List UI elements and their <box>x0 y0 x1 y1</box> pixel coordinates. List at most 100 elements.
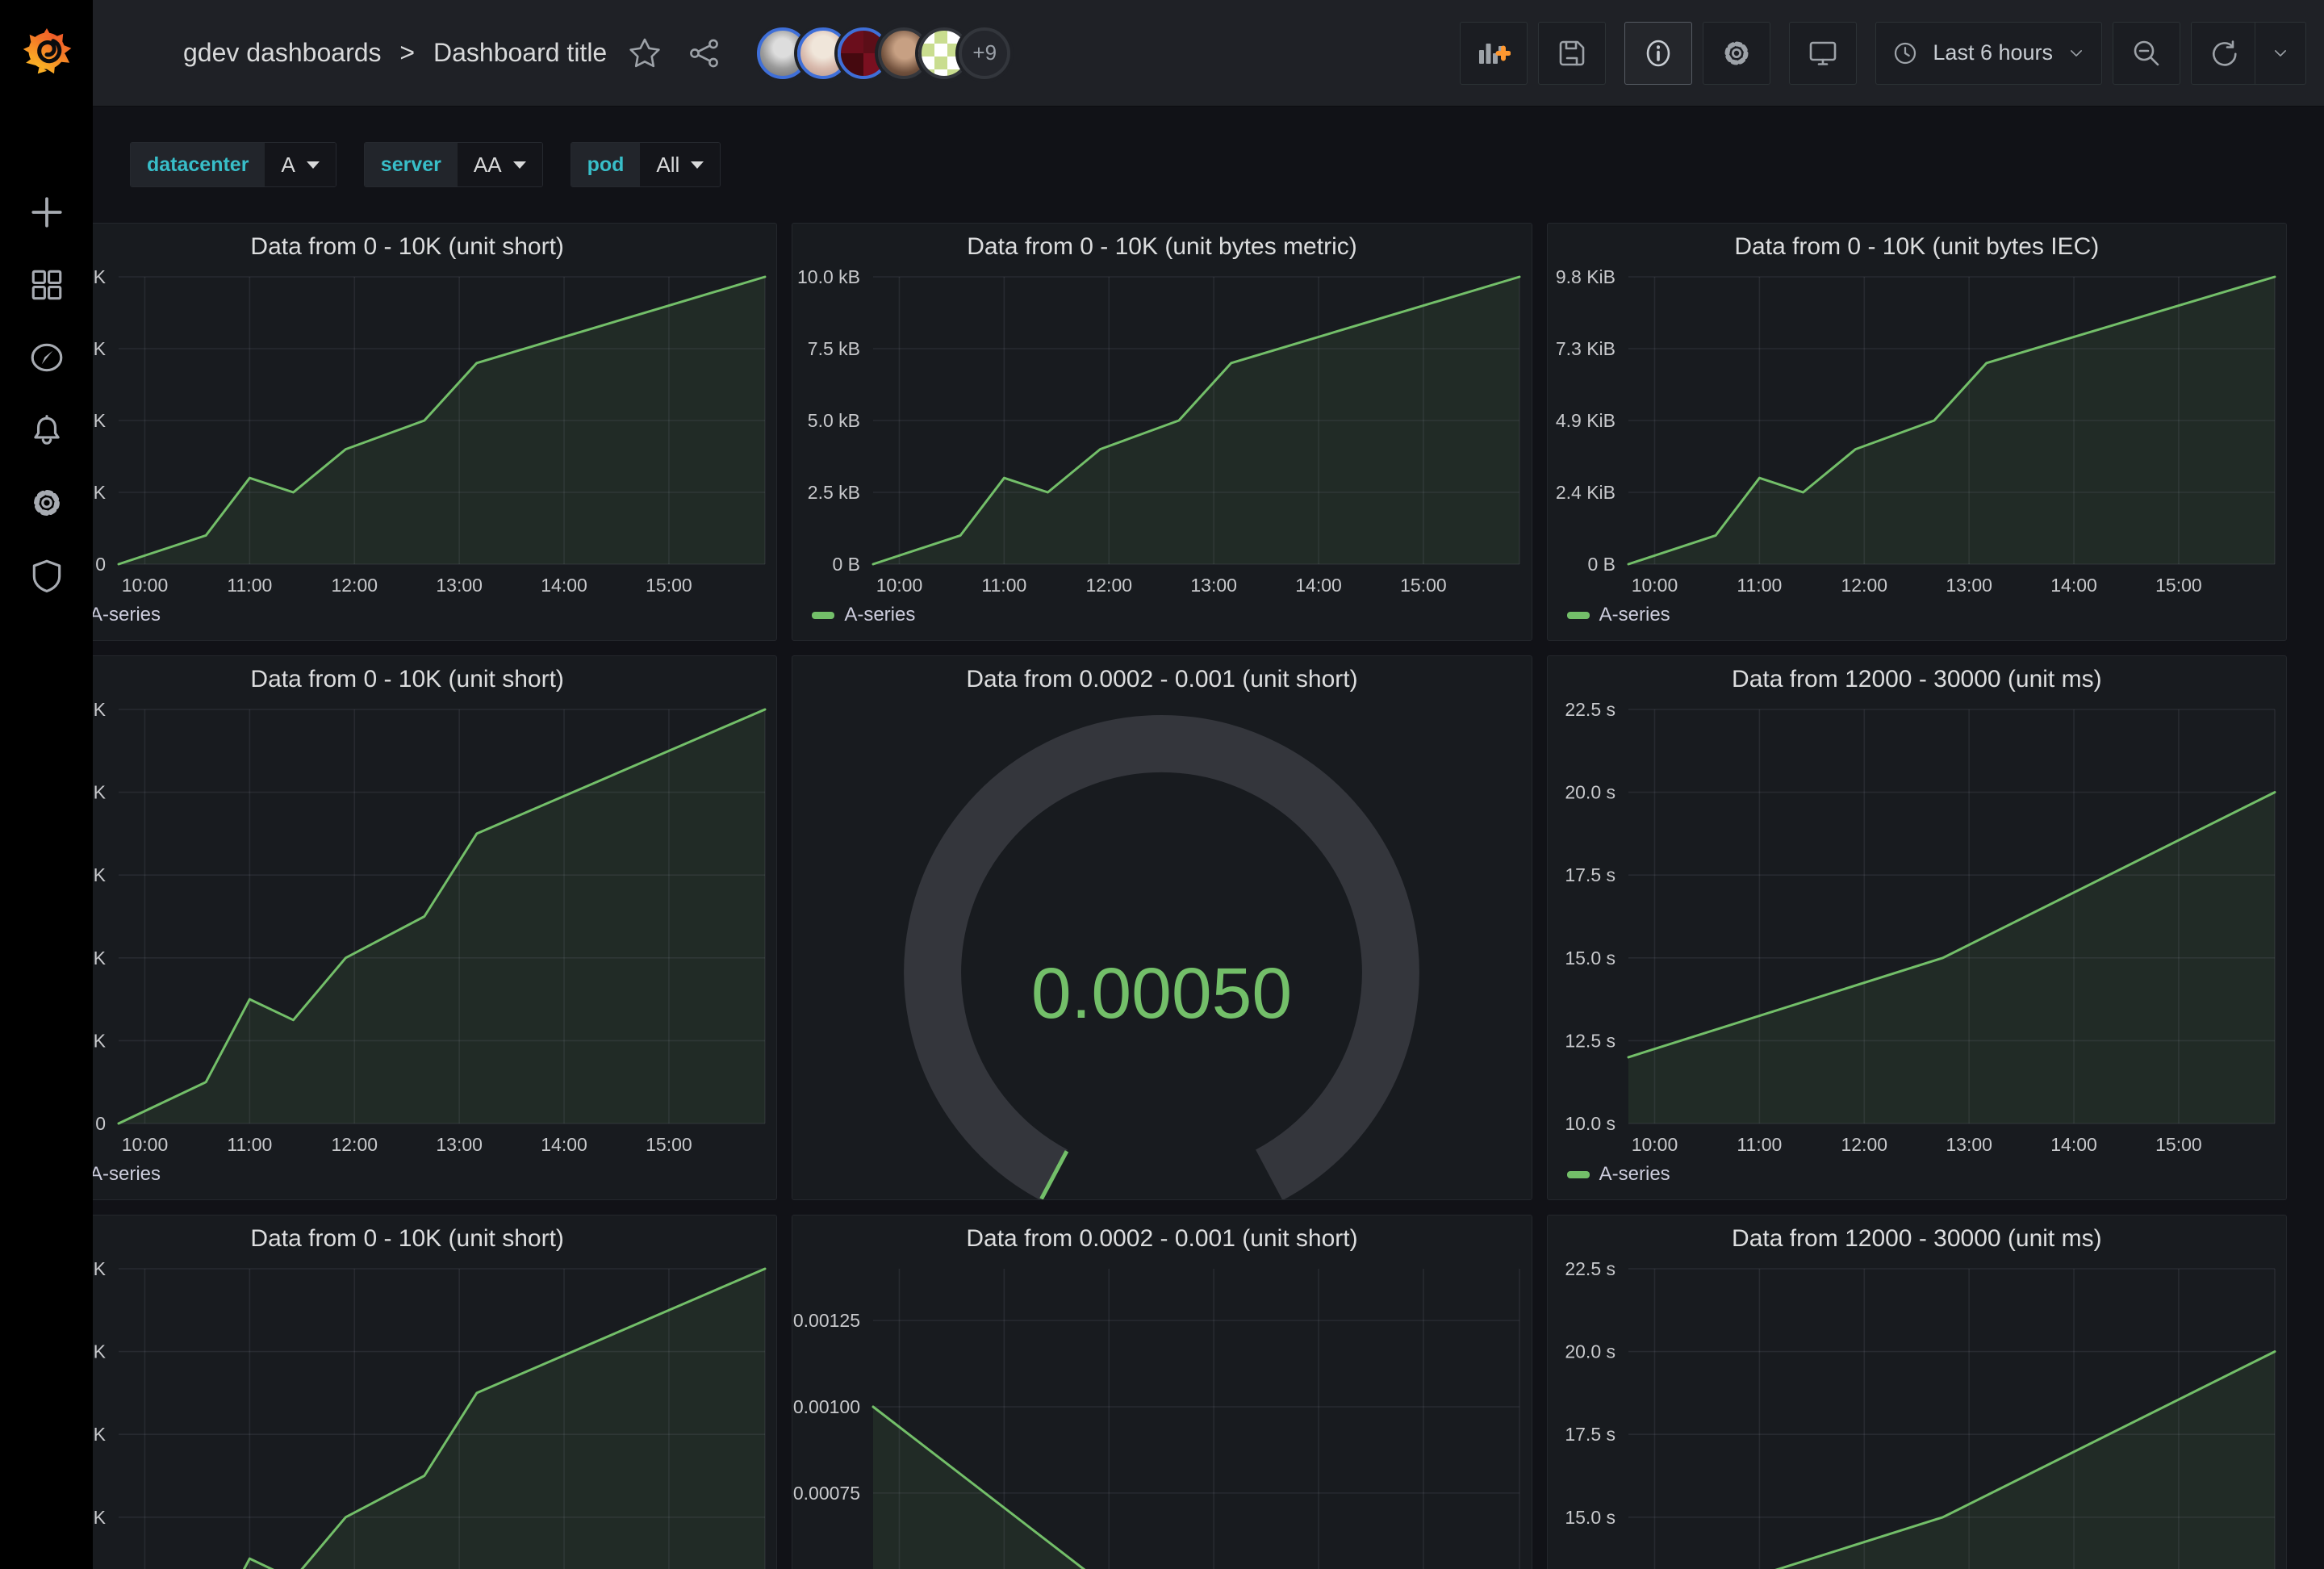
gauge-body[interactable]: 0.00050 <box>792 701 1531 1199</box>
x-axis-tick-label: 12:00 <box>331 575 378 596</box>
panel-title[interactable]: Data from 12000 - 30000 (unit ms) <box>1548 656 2286 701</box>
legend-series-label: A-series <box>90 1163 161 1186</box>
timeseries-body[interactable]: 0 B2.5 kB5.0 kB7.5 kB10.0 kB10:0011:0012… <box>792 269 1531 600</box>
x-axis-tick-label: 13:00 <box>1946 575 1992 596</box>
y-axis-tick-label: 10.0 s <box>1565 1113 1616 1134</box>
tv-monitor-icon <box>1806 36 1840 70</box>
timeseries-body[interactable]: 0.000250.000500.000750.001000.0012510:00… <box>792 1261 1531 1569</box>
timeseries-chart[interactable]: 0 B2.4 KiB4.9 KiB7.3 KiB9.8 KiB10:0011:0… <box>1548 269 2286 600</box>
panel-title[interactable]: Data from 12000 - 30000 (unit ms) <box>1548 1215 2286 1261</box>
breadcrumb: gdev dashboards > Dashboard title <box>183 38 607 68</box>
y-axis-tick-label: 0.00125 <box>793 1310 860 1331</box>
legend-item[interactable]: A-series <box>38 600 776 640</box>
panel: Data from 0 - 10K (unit short)02 K4 K6 K… <box>37 655 777 1200</box>
bell-alerts-icon[interactable] <box>28 412 65 449</box>
variable-value-dropdown[interactable]: AA <box>458 143 542 186</box>
legend-item[interactable]: A-series <box>38 1159 776 1199</box>
y-axis-tick-label: 17.5 s <box>1565 864 1616 885</box>
x-axis-tick-label: 10:00 <box>1631 575 1678 596</box>
dashboards-grid-icon[interactable] <box>28 266 65 303</box>
zoom-out-button[interactable] <box>2113 22 2180 85</box>
y-axis-tick-label: 22.5 s <box>1565 701 1616 720</box>
panel-title[interactable]: Data from 0 - 10K (unit bytes metric) <box>792 224 1531 269</box>
refresh-button-group <box>2191 22 2306 85</box>
breadcrumb-separator: > <box>399 38 415 67</box>
panel-title[interactable]: Data from 0 - 10K (unit short) <box>38 224 776 269</box>
avatar-overflow-badge[interactable]: +9 <box>959 27 1010 79</box>
plus-icon[interactable] <box>28 194 65 231</box>
y-axis-tick-label: 4.9 KiB <box>1556 410 1616 431</box>
timeseries-body[interactable]: 02 K4 K6 K8 K10 K10:0011:0012:0013:0014:… <box>38 701 776 1159</box>
x-axis-tick-label: 10:00 <box>122 1134 169 1155</box>
shield-admin-icon[interactable] <box>28 557 65 594</box>
variable-value: All <box>656 153 679 178</box>
x-axis-tick-label: 13:00 <box>436 1134 483 1155</box>
legend-series-marker <box>1567 1171 1590 1178</box>
breadcrumb-parent[interactable]: gdev dashboards <box>183 38 382 67</box>
refresh-button[interactable] <box>2192 23 2255 84</box>
y-axis-tick-label: 7.3 KiB <box>1556 338 1616 359</box>
zoom-out-icon <box>2130 36 2163 70</box>
topbar-actions: Last 6 hours <box>1460 22 2306 85</box>
timeseries-chart[interactable]: 10.0 s12.5 s15.0 s17.5 s20.0 s22.5 s10:0… <box>1548 701 2286 1159</box>
sidebar <box>0 0 93 1569</box>
star-icon[interactable] <box>628 36 662 70</box>
time-range-picker[interactable]: Last 6 hours <box>1875 22 2102 85</box>
panel: Data from 0 - 10K (unit bytes IEC)0 B2.4… <box>1547 223 2287 641</box>
legend-series-marker <box>812 612 834 619</box>
x-axis-tick-label: 15:00 <box>1400 575 1447 596</box>
gear-config-icon[interactable] <box>28 484 65 521</box>
variable-datacenter: datacenter A <box>130 142 336 187</box>
x-axis-tick-label: 14:00 <box>541 575 587 596</box>
x-axis-tick-label: 10:00 <box>122 575 169 596</box>
x-axis-tick-label: 14:00 <box>1296 575 1343 596</box>
add-panel-button[interactable] <box>1460 22 1528 85</box>
compass-explore-icon[interactable] <box>28 339 65 376</box>
timeseries-chart[interactable]: 10.0 s12.5 s15.0 s17.5 s20.0 s22.5 s10:0… <box>1548 1261 2286 1569</box>
chevron-down-icon <box>513 161 526 169</box>
x-axis-tick-label: 12:00 <box>331 1134 378 1155</box>
variable-value-dropdown[interactable]: A <box>265 143 335 186</box>
timeseries-chart[interactable]: 02.5 K5.0 K7.5 K10.0 K10:0011:0012:0013:… <box>38 269 776 600</box>
y-axis-tick-label: 12.5 s <box>1565 1030 1616 1051</box>
save-dashboard-button[interactable] <box>1538 22 1606 85</box>
panel-title[interactable]: Data from 0 - 10K (unit short) <box>38 1215 776 1261</box>
timeseries-body[interactable]: 02 K4 K6 K8 K10 K10:0011:0012:0013:0014:… <box>38 1261 776 1569</box>
panel: Data from 0 - 10K (unit short)02 K4 K6 K… <box>37 1215 777 1569</box>
dashboard-insights-button[interactable] <box>1624 22 1692 85</box>
x-axis-tick-label: 10:00 <box>876 575 923 596</box>
gauge-chart[interactable]: 0.00050 <box>792 701 1531 1199</box>
variable-label: server <box>365 143 458 186</box>
gauge-value: 0.00050 <box>1031 952 1292 1033</box>
timeseries-body[interactable]: 10.0 s12.5 s15.0 s17.5 s20.0 s22.5 s10:0… <box>1548 1261 2286 1569</box>
share-icon[interactable] <box>688 36 721 70</box>
timeseries-chart[interactable]: 02 K4 K6 K8 K10 K10:0011:0012:0013:0014:… <box>38 701 776 1159</box>
legend-item[interactable]: A-series <box>792 600 1531 640</box>
panel-title[interactable]: Data from 0.0002 - 0.001 (unit short) <box>792 656 1531 701</box>
grafana-logo[interactable] <box>18 21 76 79</box>
legend-item[interactable]: A-series <box>1548 1159 2286 1199</box>
time-range-label: Last 6 hours <box>1933 40 2053 65</box>
y-axis-tick-label: 10.0 kB <box>797 269 860 287</box>
variable-value-dropdown[interactable]: All <box>640 143 720 186</box>
legend-item[interactable]: A-series <box>1548 600 2286 640</box>
legend-series-label: A-series <box>1599 604 1670 626</box>
timeseries-body[interactable]: 0 B2.4 KiB4.9 KiB7.3 KiB9.8 KiB10:0011:0… <box>1548 269 2286 600</box>
timeseries-chart[interactable]: 0 B2.5 kB5.0 kB7.5 kB10.0 kB10:0011:0012… <box>792 269 1531 600</box>
y-axis-tick-label: 15.0 s <box>1565 1507 1616 1528</box>
timeseries-body[interactable]: 10.0 s12.5 s15.0 s17.5 s20.0 s22.5 s10:0… <box>1548 701 2286 1159</box>
y-axis-tick-label: 15.0 s <box>1565 948 1616 969</box>
x-axis-tick-label: 13:00 <box>1946 1134 1992 1155</box>
panel: Data from 12000 - 30000 (unit ms) 10.0 s 1… <box>1547 655 2287 1200</box>
timeseries-chart[interactable]: 02 K4 K6 K8 K10 K10:0011:0012:0013:0014:… <box>38 1261 776 1569</box>
panel-title[interactable]: Data from 0 - 10K (unit bytes IEC) <box>1548 224 2286 269</box>
timeseries-chart[interactable]: 0.000250.000500.000750.001000.0012510:00… <box>792 1261 1531 1569</box>
dashboard-settings-button[interactable] <box>1703 22 1770 85</box>
panel-title[interactable]: Data from 0 - 10K (unit short) <box>38 656 776 701</box>
timeseries-body[interactable]: 02.5 K5.0 K7.5 K10.0 K10:0011:0012:0013:… <box>38 269 776 600</box>
refresh-interval-dropdown[interactable] <box>2255 23 2305 84</box>
chevron-down-icon <box>307 161 320 169</box>
cycle-view-button[interactable] <box>1789 22 1857 85</box>
chevron-down-icon <box>691 161 704 169</box>
panel-title[interactable]: Data from 0.0002 - 0.001 (unit short) <box>792 1215 1531 1261</box>
